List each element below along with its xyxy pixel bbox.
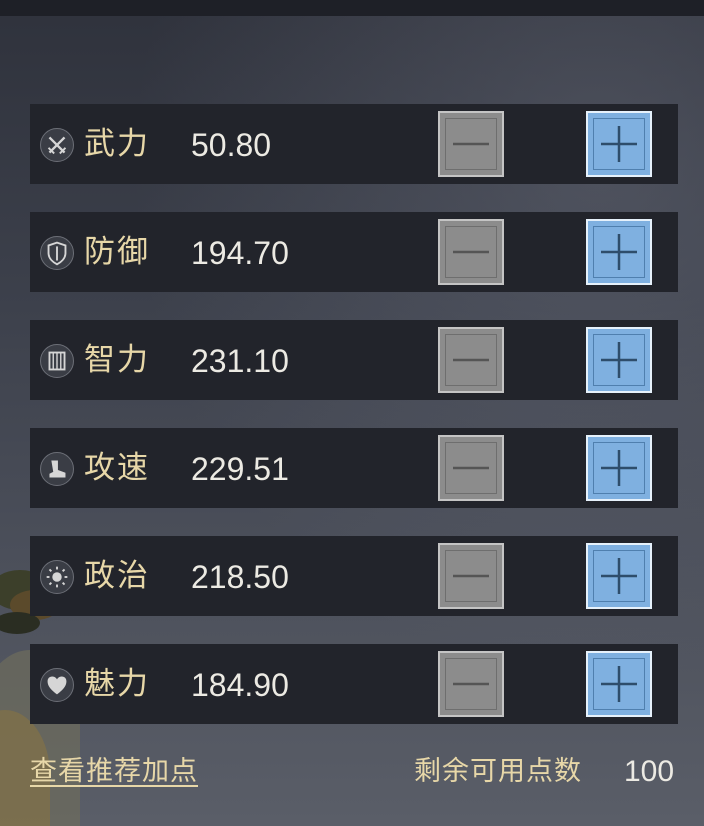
attribute-row-charm: 魅力 184.90 <box>30 644 678 724</box>
attribute-value: 229.51 <box>191 451 289 487</box>
attribute-label: 武力 <box>84 126 150 162</box>
attribute-value: 194.70 <box>191 235 289 271</box>
attribute-label: 防御 <box>84 234 150 270</box>
increase-button[interactable] <box>586 543 652 609</box>
minus-icon <box>453 682 489 686</box>
attribute-list: 武力 50.80 防御 194.70 智力 231.10 攻速 229.51 政… <box>30 104 678 752</box>
attribute-label: 智力 <box>84 342 150 378</box>
attribute-label: 魅力 <box>84 666 150 702</box>
plus-icon <box>601 558 637 594</box>
attribute-label: 攻速 <box>84 450 150 486</box>
increase-button[interactable] <box>586 219 652 285</box>
plus-icon <box>601 126 637 162</box>
attribute-value: 50.80 <box>191 127 272 163</box>
decrease-button[interactable] <box>438 111 504 177</box>
increase-button[interactable] <box>586 651 652 717</box>
attribute-value: 218.50 <box>191 559 289 595</box>
heart-icon <box>40 668 74 702</box>
plus-icon <box>601 666 637 702</box>
recommended-points-link[interactable]: 查看推荐加点 <box>30 752 198 792</box>
top-band <box>0 0 704 16</box>
attribute-label: 政治 <box>84 558 150 594</box>
minus-icon <box>453 142 489 146</box>
attribute-value: 231.10 <box>191 343 289 379</box>
remaining-points-label: 剩余可用点数 <box>414 756 582 787</box>
increase-button[interactable] <box>586 327 652 393</box>
minus-icon <box>453 466 489 470</box>
boot-icon <box>40 452 74 486</box>
scroll-icon <box>40 344 74 378</box>
crossed-swords-icon <box>40 128 74 162</box>
attribute-row-defense: 防御 194.70 <box>30 212 678 292</box>
shield-icon <box>40 236 74 270</box>
attribute-row-intelligence: 智力 231.10 <box>30 320 678 400</box>
minus-icon <box>453 250 489 254</box>
plus-icon <box>601 342 637 378</box>
sun-icon <box>40 560 74 594</box>
attribute-row-politics: 政治 218.50 <box>30 536 678 616</box>
decrease-button[interactable] <box>438 219 504 285</box>
minus-icon <box>453 574 489 578</box>
attribute-row-force: 武力 50.80 <box>30 104 678 184</box>
increase-button[interactable] <box>586 111 652 177</box>
increase-button[interactable] <box>586 435 652 501</box>
decrease-button[interactable] <box>438 435 504 501</box>
decrease-button[interactable] <box>438 543 504 609</box>
decrease-button[interactable] <box>438 651 504 717</box>
plus-icon <box>601 450 637 486</box>
minus-icon <box>453 358 489 362</box>
plus-icon <box>601 234 637 270</box>
decrease-button[interactable] <box>438 327 504 393</box>
attribute-row-attack-speed: 攻速 229.51 <box>30 428 678 508</box>
remaining-points-value: 100 <box>624 755 675 788</box>
attribute-value: 184.90 <box>191 667 289 703</box>
